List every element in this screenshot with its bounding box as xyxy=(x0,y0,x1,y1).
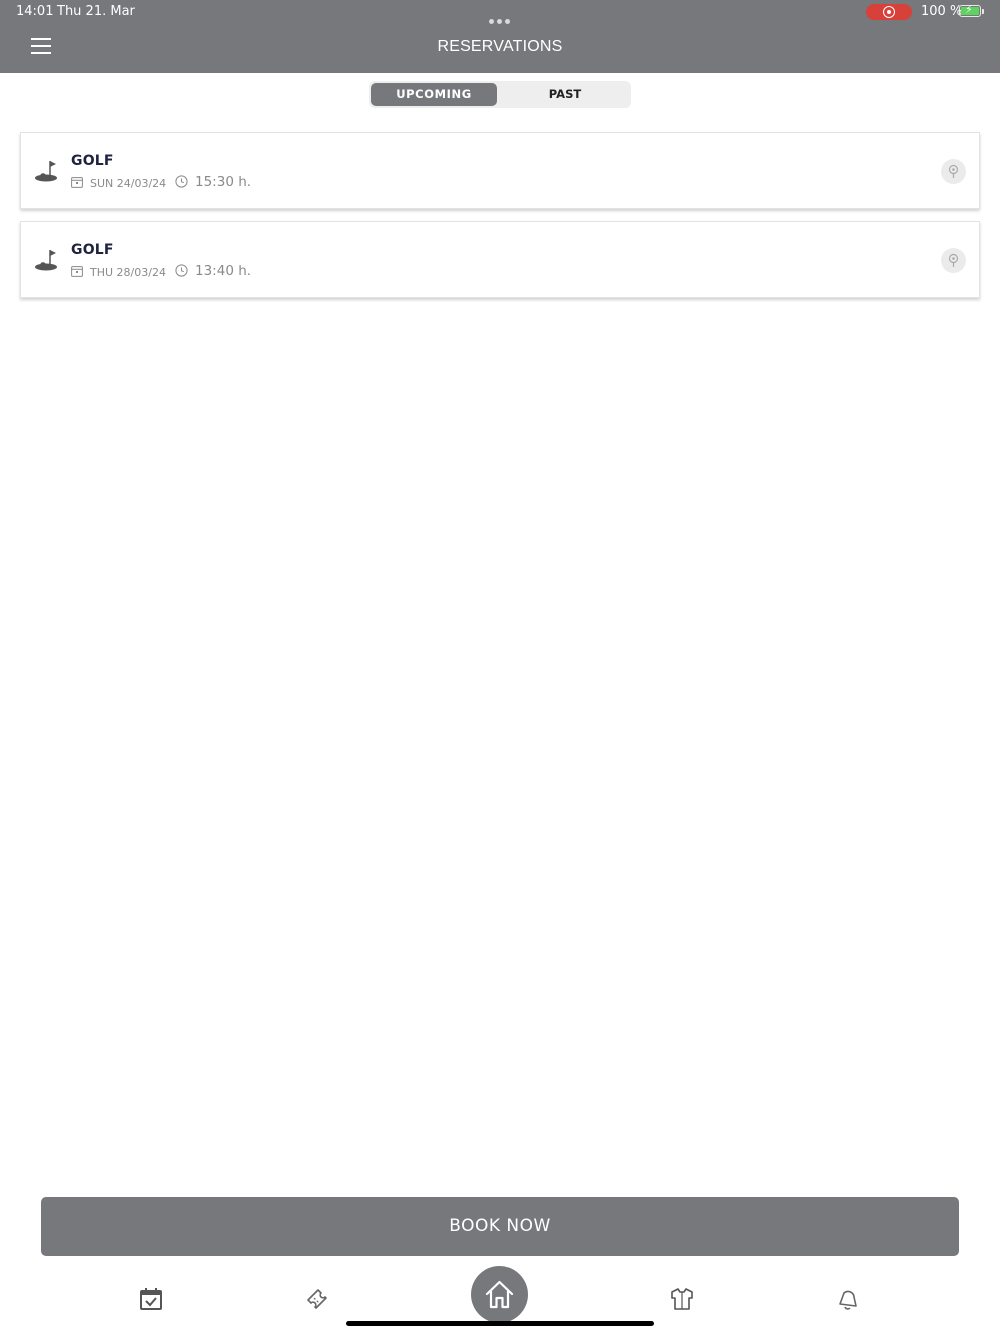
golf-flag-icon xyxy=(35,161,57,182)
top-header: 14:01 Thu 21. Mar 100 % ⚡ RESERVATIONS xyxy=(0,0,1000,73)
calendar-icon xyxy=(71,177,83,188)
battery-percentage: 100 % xyxy=(921,4,963,19)
battery-icon: ⚡ xyxy=(959,4,981,17)
screen-recording-icon[interactable] xyxy=(866,4,912,20)
calendar-icon xyxy=(71,266,83,277)
calendar-check-icon[interactable] xyxy=(138,1286,168,1316)
reservation-date: SUN 24/03/24 xyxy=(90,177,167,190)
reservation-card[interactable]: GOLF SUN 24/03/24 15:30 h. xyxy=(20,132,980,209)
tab-past[interactable]: PAST xyxy=(501,83,629,106)
tab-upcoming[interactable]: UPCOMING xyxy=(371,83,497,106)
shirt-icon[interactable] xyxy=(669,1286,699,1316)
book-now-button[interactable]: BOOK NOW xyxy=(41,1197,959,1256)
clock-icon xyxy=(175,264,188,277)
status-time: 14:01 xyxy=(16,4,54,19)
location-pin-icon[interactable] xyxy=(941,248,966,273)
home-icon xyxy=(485,1280,514,1309)
sport-name: GOLF xyxy=(71,242,114,258)
home-indicator[interactable] xyxy=(346,1321,654,1326)
clock-icon xyxy=(175,175,188,188)
reservation-card[interactable]: GOLF THU 28/03/24 13:40 h. xyxy=(20,221,980,298)
battery-tip xyxy=(982,9,984,14)
multitasking-dots-icon[interactable] xyxy=(489,9,513,24)
status-date: Thu 21. Mar xyxy=(57,4,135,19)
reservation-date: THU 28/03/24 xyxy=(90,266,166,279)
sport-name: GOLF xyxy=(71,153,114,169)
golf-flag-icon xyxy=(35,250,57,271)
reservation-time: 15:30 h. xyxy=(195,174,252,190)
location-pin-icon[interactable] xyxy=(941,159,966,184)
ticket-icon[interactable] xyxy=(304,1286,334,1316)
bell-icon[interactable] xyxy=(835,1286,865,1316)
home-button[interactable] xyxy=(471,1266,528,1323)
page-title: RESERVATIONS xyxy=(437,38,563,55)
reservation-time: 13:40 h. xyxy=(195,263,252,279)
reservation-tabs: UPCOMING PAST xyxy=(369,81,631,108)
